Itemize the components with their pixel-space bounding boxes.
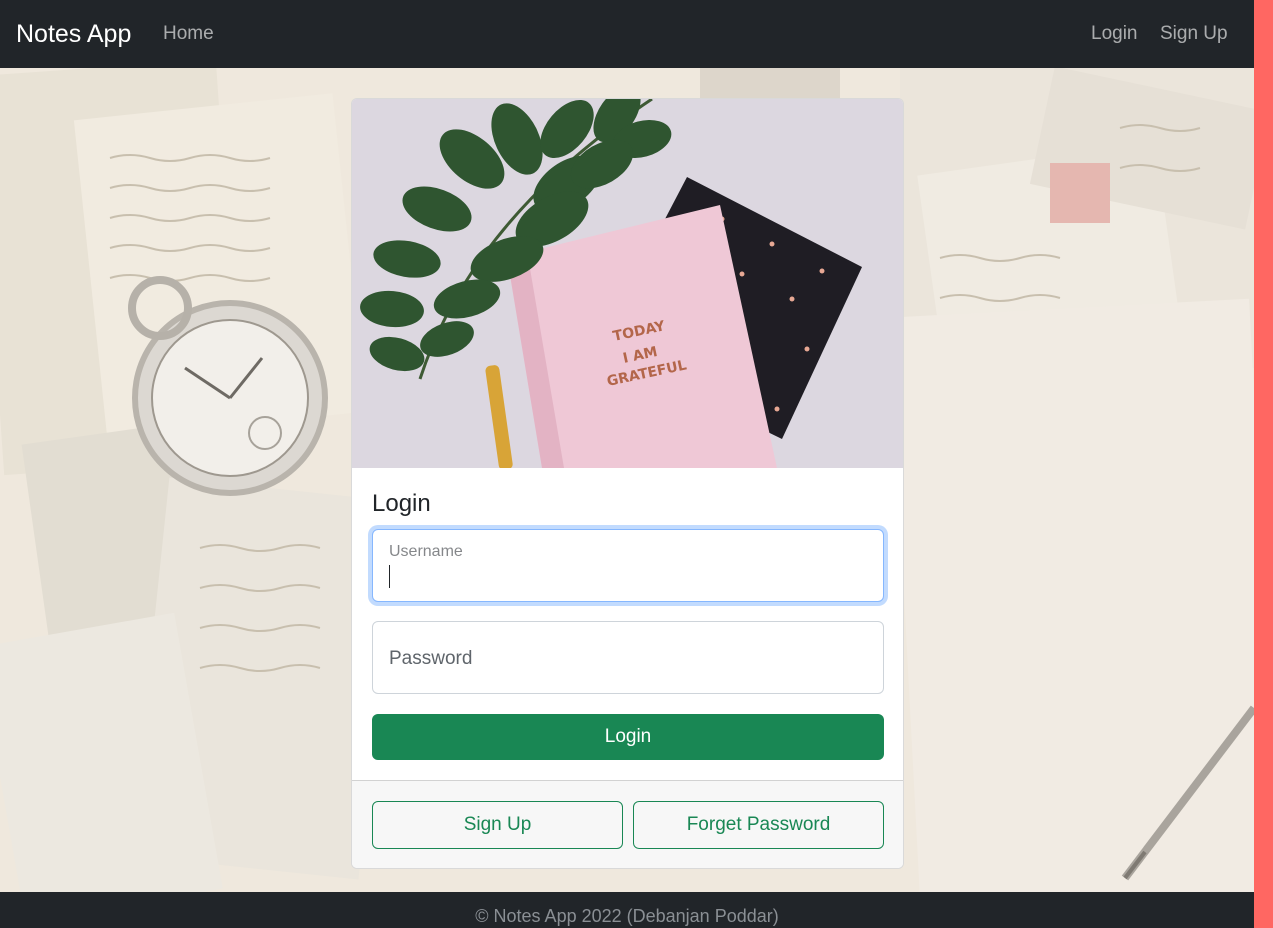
- password-label: Password: [389, 648, 473, 669]
- nav-signup-link[interactable]: Sign Up: [1160, 22, 1228, 46]
- username-field[interactable]: Username: [372, 529, 884, 602]
- page-footer: © Notes App 2022 (Debanjan Poddar): [0, 892, 1254, 928]
- username-label: Username: [389, 543, 463, 560]
- login-title: Login: [372, 490, 431, 517]
- footer-text: © Notes App 2022 (Debanjan Poddar): [475, 906, 779, 926]
- right-accent-bar: [1254, 0, 1273, 928]
- signup-button[interactable]: Sign Up: [372, 801, 623, 849]
- login-button[interactable]: Login: [372, 714, 884, 760]
- forget-password-button[interactable]: Forget Password: [633, 801, 884, 849]
- text-caret: [389, 565, 390, 588]
- card-footer: Sign Up Forget Password: [352, 780, 903, 868]
- navbar: Notes App Home Login Sign Up: [0, 0, 1254, 68]
- card-image: TODAY I AM GRATEFUL: [352, 99, 903, 468]
- password-field[interactable]: Password: [372, 621, 884, 694]
- brand-link[interactable]: Notes App: [16, 17, 131, 51]
- nav-login-link[interactable]: Login: [1091, 22, 1138, 46]
- login-card: TODAY I AM GRATEFUL Login Username Passw…: [351, 98, 904, 869]
- nav-home-link[interactable]: Home: [163, 22, 214, 46]
